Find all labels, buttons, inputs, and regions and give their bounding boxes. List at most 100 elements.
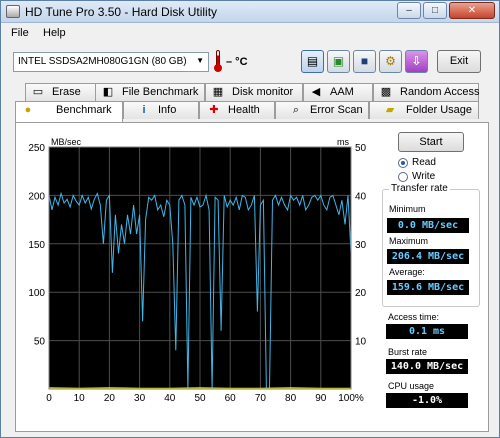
read-radio-label: Read (412, 157, 436, 168)
download-icon: ⇩ (411, 54, 422, 68)
x-tick-label: 80 (285, 393, 297, 404)
x-tick-label: 30 (134, 393, 146, 404)
thermometer-icon (213, 50, 222, 72)
minimum-label: Minimum (389, 204, 426, 214)
right-tick-label: 20 (355, 288, 367, 299)
tab-info-label: Info (158, 104, 177, 116)
tab-random-access[interactable]: ▩ Random Access (373, 83, 479, 101)
left-tick-label: 150 (28, 240, 45, 251)
minimum-value: 0.0 MB/sec (387, 218, 469, 233)
menu-file-label: File (11, 27, 29, 39)
toolbar: INTEL SSDSA2MH080G1GN (80 GB) ▼ – °C ▤ ▣… (1, 44, 499, 78)
tab-health[interactable]: ✚ Health (199, 101, 275, 119)
average-value: 159.6 MB/sec (387, 280, 469, 295)
save-icon: ■ (360, 54, 369, 68)
maximum-value: 206.4 MB/sec (387, 249, 469, 264)
disk-monitor-icon: ▦ (212, 86, 224, 98)
menu-help[interactable]: Help (43, 27, 66, 39)
drive-select-value: INTEL SSDSA2MH080G1GN (80 GB) (18, 56, 187, 67)
download-button[interactable]: ⇩ (405, 50, 428, 73)
tab-benchmark-label: Benchmark (56, 104, 112, 116)
left-tick-label: 50 (34, 337, 46, 348)
exit-button[interactable]: Exit (437, 50, 481, 73)
copy-info-button[interactable]: ▤ (301, 50, 324, 73)
options-icon: ⚙ (385, 54, 396, 68)
save-button[interactable]: ■ (353, 50, 376, 73)
folder-icon: ▰ (385, 104, 395, 116)
tab-aam-label: AAM (330, 86, 354, 98)
right-tick-label: 50 (355, 143, 367, 154)
title-bar: HD Tune Pro 3.50 - Hard Disk Utility – □… (1, 1, 499, 23)
menu-help-label: Help (43, 27, 66, 39)
tab-benchmark[interactable]: ● Benchmark (15, 101, 123, 122)
app-window: HD Tune Pro 3.50 - Hard Disk Utility – □… (0, 0, 500, 438)
tab-file-benchmark[interactable]: ◧ File Benchmark (95, 83, 205, 101)
tab-folder-usage[interactable]: ▰ Folder Usage (369, 101, 479, 119)
tab-health-label: Health (228, 104, 260, 116)
drive-select[interactable]: INTEL SSDSA2MH080G1GN (80 GB) ▼ (13, 52, 209, 72)
access-time-label: Access time: (388, 312, 440, 322)
error-scan-icon: ⌕ (292, 104, 300, 116)
write-radio-dot (398, 172, 408, 182)
right-axis-unit: ms (337, 137, 349, 147)
right-tick-label: 40 (355, 191, 367, 202)
cpu-usage-label: CPU usage (388, 381, 435, 391)
left-axis-unit: MB/sec (51, 137, 82, 147)
start-button[interactable]: Start (398, 132, 464, 152)
tab-error-scan-label: Error Scan (310, 104, 363, 116)
close-button[interactable]: ✕ (449, 2, 495, 19)
right-tick-label: 30 (355, 240, 367, 251)
copy-screenshot-button[interactable]: ▣ (327, 50, 350, 73)
benchmark-icon: ● (24, 104, 32, 116)
x-tick-label: 70 (255, 393, 267, 404)
x-tick-label: 60 (225, 393, 237, 404)
minimize-button[interactable]: – (397, 2, 421, 19)
transfer-rate-group: Transfer rate Minimum 0.0 MB/sec Maximum… (382, 183, 480, 307)
x-tick-label: 0 (46, 393, 52, 404)
tab-aam[interactable]: ◀ AAM (303, 83, 373, 101)
access-time-line (48, 387, 351, 390)
random-access-icon: ▩ (380, 86, 392, 98)
transfer-chart: MB/sec ms 250 200 150 100 50 50 40 30 20 10 0 10 20 30 4… (15, 134, 367, 404)
tab-folder-usage-label: Folder Usage (406, 104, 473, 116)
left-tick-label: 200 (28, 191, 45, 202)
maximize-button[interactable]: □ (423, 2, 447, 19)
cpu-usage-value: -1.0% (386, 393, 468, 408)
access-time-value: 0.1 ms (386, 324, 468, 339)
chart-svg: MB/sec ms2502001501005050403020100 10 20 30 4… (28, 137, 367, 404)
menu-file[interactable]: File (11, 27, 29, 39)
erase-icon: ▭ (32, 86, 44, 98)
app-icon (6, 5, 20, 18)
tab-erase-label: Erase (52, 86, 81, 98)
burst-rate-value: 140.0 MB/sec (386, 359, 468, 374)
tab-disk-monitor-label: Disk monitor (232, 86, 294, 98)
x-tick-label: 50 (194, 393, 206, 404)
options-button[interactable]: ⚙ (379, 50, 402, 73)
tab-disk-monitor[interactable]: ▦ Disk monitor (205, 83, 303, 101)
left-tick-label: 250 (28, 143, 45, 154)
tab-strip: ▭ Erase ◧ File Benchmark ▦ Disk monitor ◀ AA… (1, 81, 499, 123)
menu-bar: File Help (1, 24, 499, 43)
info-icon: i (142, 104, 146, 116)
copy-screenshot-icon: ▣ (332, 54, 345, 68)
tab-info[interactable]: i Info (123, 101, 199, 119)
tab-error-scan[interactable]: ⌕ Error Scan (275, 101, 369, 119)
x-tick-label: 90 (315, 393, 327, 404)
read-radio-dot (398, 158, 408, 168)
file-benchmark-icon: ◧ (102, 86, 114, 98)
x-tick-label: 100% (338, 393, 364, 404)
average-label: Average: (389, 267, 425, 277)
x-tick-label: 40 (164, 393, 176, 404)
right-tick-label: 10 (355, 337, 367, 348)
tab-random-access-label: Random Access (400, 86, 480, 98)
health-icon: ✚ (209, 104, 219, 116)
maximum-label: Maximum (389, 236, 429, 246)
speaker-icon: ◀ (311, 86, 321, 98)
x-tick-label: 20 (104, 393, 116, 404)
copy-info-icon: ▤ (306, 54, 319, 68)
temperature-readout: – °C (226, 56, 248, 68)
x-tick-label: 10 (74, 393, 86, 404)
tab-file-benchmark-label: File Benchmark (122, 86, 199, 98)
chevron-down-icon: ▼ (196, 56, 204, 65)
burst-rate-label: Burst rate (388, 347, 428, 357)
